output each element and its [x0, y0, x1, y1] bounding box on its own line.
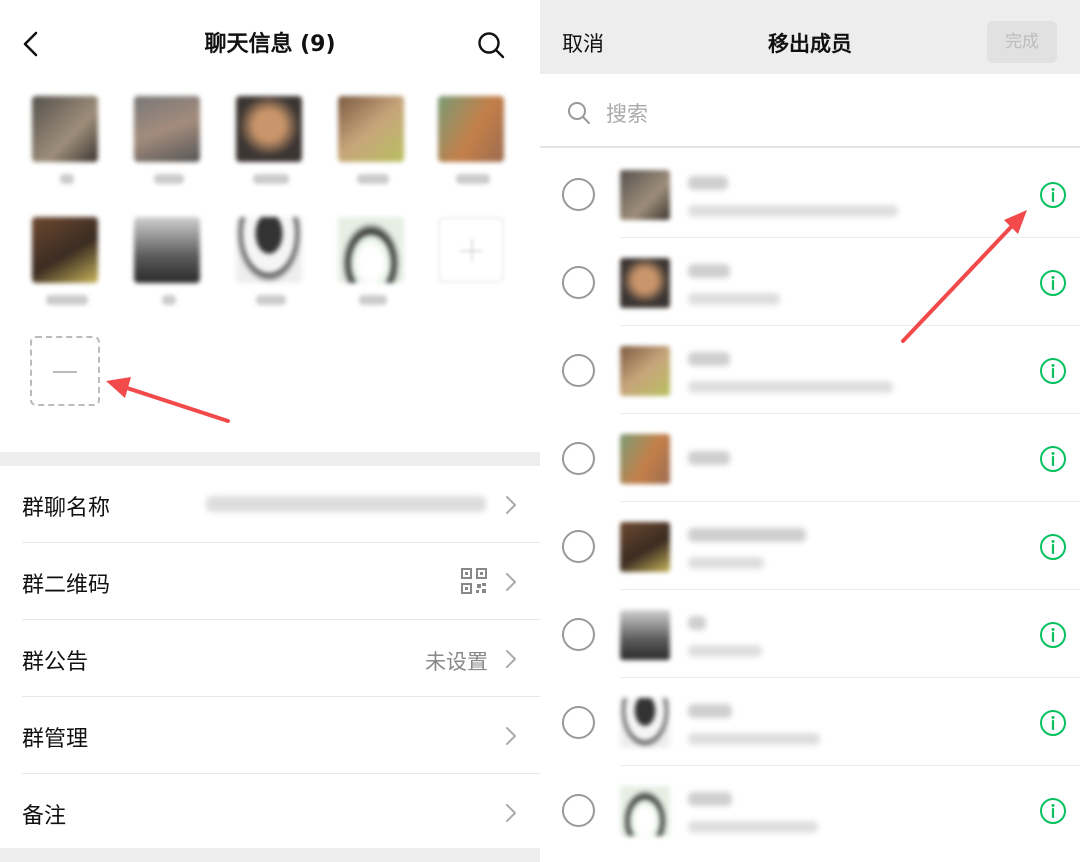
info-icon[interactable] [1039, 709, 1067, 737]
info-icon[interactable] [1039, 269, 1067, 297]
info-icon[interactable] [1039, 445, 1067, 473]
add-member-button[interactable] [438, 217, 504, 283]
member-row[interactable] [540, 150, 1080, 238]
member-avatar[interactable] [32, 96, 102, 184]
member-name [688, 704, 732, 718]
done-button[interactable]: 完成 [987, 21, 1057, 63]
member-row[interactable] [540, 502, 1080, 590]
info-icon[interactable] [1039, 357, 1067, 385]
member-grid [0, 86, 540, 452]
member-row[interactable] [540, 766, 1080, 854]
member-avatar[interactable] [134, 217, 204, 305]
chat-info-panel: 聊天信息 (9) 群聊名称 群二维码 群公告 未设置 群管理 备注 [0, 0, 540, 862]
chevron-right-icon [506, 496, 516, 514]
radio-unchecked-icon[interactable] [562, 354, 595, 387]
search-bar[interactable]: 搜索 [540, 74, 1080, 148]
remove-members-header: 取消 移出成员 完成 [540, 0, 1080, 74]
member-nickname [688, 557, 764, 569]
member-name [688, 451, 730, 465]
member-avatar[interactable] [32, 217, 102, 305]
member-name [688, 176, 728, 190]
info-icon[interactable] [1039, 621, 1067, 649]
chevron-right-icon [506, 573, 516, 591]
radio-unchecked-icon[interactable] [562, 442, 595, 475]
radio-unchecked-icon[interactable] [562, 266, 595, 299]
member-avatar [620, 698, 670, 748]
section-divider [0, 848, 540, 862]
member-avatar[interactable] [236, 217, 306, 305]
member-nickname [688, 205, 898, 217]
member-avatar[interactable] [438, 96, 508, 184]
member-row[interactable] [540, 326, 1080, 414]
announcement-row[interactable]: 群公告 未设置 [0, 620, 540, 697]
member-avatar [620, 610, 670, 660]
qr-code-icon [461, 568, 487, 594]
group-name-row[interactable]: 群聊名称 [0, 466, 540, 543]
member-nickname [688, 645, 762, 657]
search-input[interactable]: 搜索 [606, 98, 648, 128]
page-title: 聊天信息 (9) [204, 32, 336, 57]
member-row[interactable] [540, 590, 1080, 678]
member-nickname [688, 381, 893, 393]
group-management-label: 群管理 [22, 727, 89, 752]
member-nickname [688, 293, 780, 305]
announcement-label: 群公告 [22, 650, 89, 675]
section-divider [0, 452, 540, 466]
chat-info-header: 聊天信息 (9) [0, 0, 540, 86]
radio-unchecked-icon[interactable] [562, 530, 595, 563]
chevron-right-icon [506, 727, 516, 745]
remove-members-panel: 取消 移出成员 完成 搜索 [540, 0, 1080, 862]
group-name-value [206, 496, 486, 512]
info-icon[interactable] [1039, 181, 1067, 209]
member-name [688, 352, 730, 366]
member-avatar[interactable] [134, 96, 204, 184]
radio-unchecked-icon[interactable] [562, 794, 595, 827]
member-avatar[interactable] [338, 96, 408, 184]
radio-unchecked-icon[interactable] [562, 706, 595, 739]
radio-unchecked-icon[interactable] [562, 178, 595, 211]
group-name-label: 群聊名称 [22, 496, 111, 521]
member-row[interactable] [540, 238, 1080, 326]
info-icon[interactable] [1039, 533, 1067, 561]
member-avatar [620, 170, 670, 220]
group-qr-row[interactable]: 群二维码 [0, 543, 540, 620]
group-qr-label: 群二维码 [22, 573, 111, 598]
chevron-right-icon [506, 650, 516, 668]
member-avatar[interactable] [236, 96, 306, 184]
remark-label: 备注 [22, 804, 67, 829]
member-name [688, 264, 730, 278]
remove-member-button[interactable] [30, 336, 100, 406]
remark-row[interactable]: 备注 [0, 774, 540, 851]
group-management-row[interactable]: 群管理 [0, 697, 540, 774]
member-avatar [620, 786, 670, 836]
member-row[interactable] [540, 678, 1080, 766]
member-avatar [620, 522, 670, 572]
member-avatar [620, 434, 670, 484]
info-icon[interactable] [1039, 797, 1067, 825]
member-avatar [620, 258, 670, 308]
member-avatar[interactable] [338, 217, 408, 305]
search-icon[interactable] [474, 28, 508, 62]
member-name [688, 616, 706, 630]
chevron-right-icon [506, 804, 516, 822]
member-avatar [620, 346, 670, 396]
member-name [688, 528, 806, 542]
search-icon [568, 102, 590, 124]
announcement-value: 未设置 [425, 650, 488, 674]
radio-unchecked-icon[interactable] [562, 618, 595, 651]
member-nickname [688, 733, 820, 745]
member-name [688, 792, 732, 806]
member-row[interactable] [540, 414, 1080, 502]
member-nickname [688, 821, 818, 833]
